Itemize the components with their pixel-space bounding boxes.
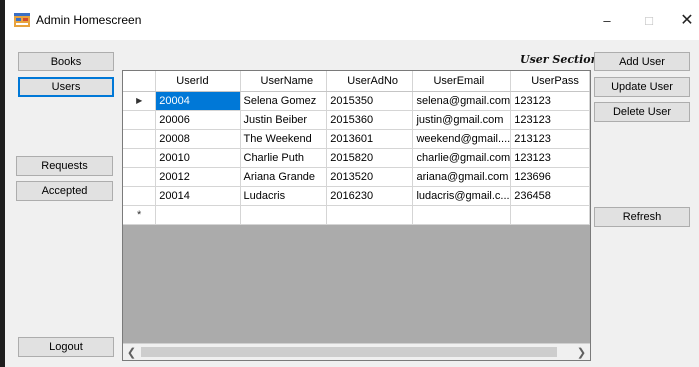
- row-header[interactable]: [123, 167, 157, 187]
- horizontal-scrollbar[interactable]: ❮ ❯: [123, 343, 590, 360]
- table-cell[interactable]: 123696: [510, 167, 590, 187]
- table-cell[interactable]: [326, 205, 414, 225]
- table-cell[interactable]: 213123: [510, 129, 590, 149]
- table-cell[interactable]: [155, 205, 241, 225]
- column-header-username[interactable]: UserName: [240, 71, 328, 92]
- row-header[interactable]: [123, 129, 157, 149]
- table-row[interactable]: 20014 Ludacris 2016230 ludacris@gmail.c.…: [123, 186, 590, 206]
- scroll-left-icon[interactable]: ❮: [123, 344, 140, 360]
- table-cell[interactable]: 236458: [510, 186, 590, 206]
- column-header-userid[interactable]: UserId: [155, 71, 241, 92]
- users-button[interactable]: Users: [18, 77, 114, 97]
- column-header-userpass[interactable]: UserPass: [510, 71, 590, 92]
- scroll-right-icon[interactable]: ❯: [573, 344, 590, 360]
- table-cell[interactable]: [412, 205, 512, 225]
- users-data-grid[interactable]: UserId UserName UserAdNo UserEmail UserP…: [122, 70, 591, 361]
- table-cell[interactable]: 2015820: [326, 148, 414, 168]
- table-row[interactable]: 20006 Justin Beiber 2015360 justin@gmail…: [123, 110, 590, 130]
- header-row: UserId UserName UserAdNo UserEmail UserP…: [123, 71, 590, 92]
- row-header[interactable]: [123, 148, 157, 168]
- accepted-button[interactable]: Accepted: [16, 181, 113, 201]
- row-header[interactable]: [123, 110, 157, 130]
- table-cell[interactable]: 2013601: [326, 129, 414, 149]
- table-cell[interactable]: 123123: [510, 148, 590, 168]
- scrollbar-thumb[interactable]: [141, 347, 557, 357]
- table-cell[interactable]: 123123: [510, 110, 590, 130]
- table-cell[interactable]: 20006: [155, 110, 241, 130]
- table-cell[interactable]: Ludacris: [240, 186, 328, 206]
- table-cell[interactable]: Ariana Grande: [240, 167, 328, 187]
- table-row[interactable]: 20008 The Weekend 2013601 weekend@gmail.…: [123, 129, 590, 149]
- close-button[interactable]: ✕: [667, 6, 699, 34]
- table-cell[interactable]: ariana@gmail.com: [412, 167, 512, 187]
- table-cell[interactable]: 20008: [155, 129, 241, 149]
- refresh-button[interactable]: Refresh: [594, 207, 690, 227]
- table-cell[interactable]: 20014: [155, 186, 241, 206]
- update-user-button[interactable]: Update User: [594, 77, 690, 97]
- section-label: User Section: [520, 53, 599, 66]
- table-cell[interactable]: 2015360: [326, 110, 414, 130]
- row-header[interactable]: [123, 186, 157, 206]
- title-bar[interactable]: Admin Homescreen – □ ✕: [5, 0, 699, 40]
- table-cell[interactable]: Selena Gomez: [240, 91, 328, 111]
- books-button[interactable]: Books: [18, 52, 114, 71]
- table-row[interactable]: ▶ 20004 Selena Gomez 2015350 selena@gmai…: [123, 91, 590, 111]
- window-title: Admin Homescreen: [36, 13, 142, 27]
- table-cell[interactable]: 20004: [155, 91, 241, 111]
- new-row[interactable]: *: [123, 205, 590, 225]
- current-row-indicator[interactable]: ▶: [123, 91, 157, 111]
- column-header-useradno[interactable]: UserAdNo: [326, 71, 414, 92]
- table-cell[interactable]: [510, 205, 590, 225]
- minimize-button[interactable]: –: [587, 6, 627, 34]
- corner-header-cell: [123, 71, 157, 92]
- delete-user-button[interactable]: Delete User: [594, 102, 690, 122]
- table-row[interactable]: 20010 Charlie Puth 2015820 charlie@gmail…: [123, 148, 590, 168]
- table-cell[interactable]: charlie@gmail.com: [412, 148, 512, 168]
- table-cell[interactable]: [240, 205, 328, 225]
- logout-button[interactable]: Logout: [18, 337, 114, 357]
- table-cell[interactable]: ludacris@gmail.c...: [412, 186, 512, 206]
- table-cell[interactable]: 20010: [155, 148, 241, 168]
- table-cell[interactable]: Charlie Puth: [240, 148, 328, 168]
- users-table: UserId UserName UserAdNo UserEmail UserP…: [123, 71, 590, 225]
- column-header-useremail[interactable]: UserEmail: [412, 71, 512, 92]
- table-cell[interactable]: 2016230: [326, 186, 414, 206]
- table-cell[interactable]: The Weekend: [240, 129, 328, 149]
- maximize-button[interactable]: □: [629, 6, 669, 34]
- table-cell[interactable]: 2015350: [326, 91, 414, 111]
- table-cell[interactable]: 2013520: [326, 167, 414, 187]
- table-cell[interactable]: selena@gmail.com: [412, 91, 512, 111]
- app-form-icon: [14, 13, 30, 27]
- table-row[interactable]: 20012 Ariana Grande 2013520 ariana@gmail…: [123, 167, 590, 187]
- table-cell[interactable]: 20012: [155, 167, 241, 187]
- table-cell[interactable]: weekend@gmail....: [412, 129, 512, 149]
- table-cell[interactable]: justin@gmail.com: [412, 110, 512, 130]
- table-cell[interactable]: Justin Beiber: [240, 110, 328, 130]
- admin-homescreen-window: Admin Homescreen – □ ✕ Books Users Reque…: [5, 0, 699, 367]
- table-cell[interactable]: 123123: [510, 91, 590, 111]
- new-row-indicator[interactable]: *: [123, 205, 157, 225]
- requests-button[interactable]: Requests: [16, 156, 113, 176]
- add-user-button[interactable]: Add User: [594, 52, 690, 71]
